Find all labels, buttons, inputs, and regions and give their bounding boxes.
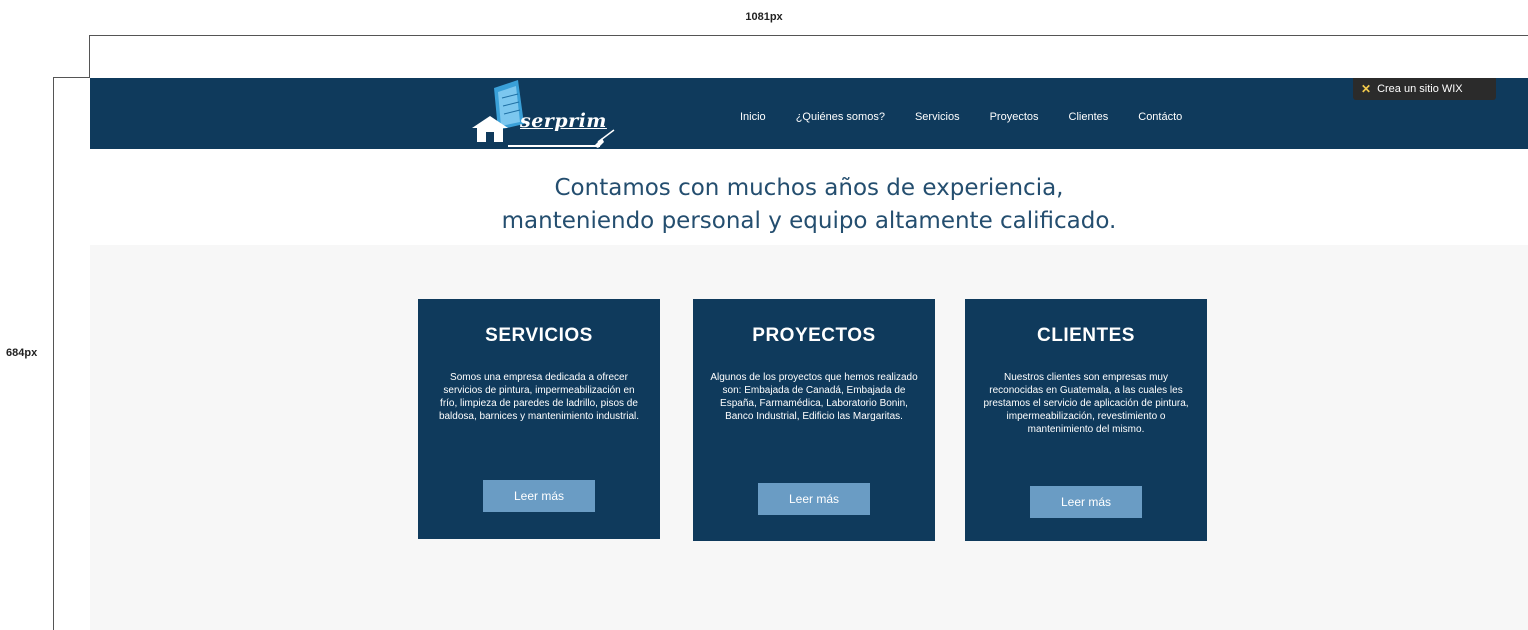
hero-banner: Contamos con muchos años de experiencia,… — [90, 149, 1528, 245]
card-body: Somos una empresa dedicada a ofrecer ser… — [438, 372, 640, 422]
card-title: CLIENTES — [1037, 325, 1135, 346]
width-guide-tick — [89, 35, 90, 77]
wix-badge-label: Crea un sitio WIX — [1377, 83, 1463, 95]
proyectos-read-more-button[interactable]: Leer más — [758, 483, 870, 515]
servicios-read-more-button[interactable]: Leer más — [483, 480, 595, 512]
card-body: Algunos de los proyectos que hemos reali… — [710, 372, 918, 422]
hero-line-1: Contamos con muchos años de experiencia, — [554, 175, 1064, 201]
card-title: PROYECTOS — [752, 325, 876, 346]
nav-inicio[interactable]: Inicio — [740, 111, 766, 123]
nav-contacto[interactable]: Contácto — [1138, 111, 1182, 123]
width-guide-line — [89, 35, 1528, 36]
clientes-read-more-button[interactable]: Leer más — [1030, 486, 1142, 518]
site-header: serprim Inicio ¿Quiénes somos? Servicios… — [90, 78, 1528, 149]
card-title: SERVICIOS — [485, 325, 593, 346]
nav-proyectos[interactable]: Proyectos — [990, 111, 1039, 123]
card-servicios: SERVICIOS Somos una empresa dedicada a o… — [418, 299, 660, 539]
logo-wordmark: serprim — [520, 110, 607, 132]
website-preview: serprim Inicio ¿Quiénes somos? Servicios… — [90, 78, 1528, 630]
card-body: Nuestros clientes son empresas muy recon… — [983, 372, 1189, 435]
main-nav: Inicio ¿Quiénes somos? Servicios Proyect… — [740, 111, 1212, 123]
height-annotation: 684px — [6, 347, 38, 359]
height-guide-tick — [53, 77, 90, 78]
width-annotation: 1081px — [745, 11, 783, 23]
wix-x-icon: ✕ — [1361, 82, 1372, 96]
card-proyectos: PROYECTOS Algunos de los proyectos que h… — [693, 299, 935, 541]
wix-badge[interactable]: ✕ Crea un sitio WIX — [1353, 78, 1496, 100]
nav-servicios[interactable]: Servicios — [915, 111, 960, 123]
nav-quienes-somos[interactable]: ¿Quiénes somos? — [796, 111, 885, 123]
height-guide-line — [53, 77, 54, 630]
nav-clientes[interactable]: Clientes — [1069, 111, 1109, 123]
hero-line-2: manteniendo personal y equipo altamente … — [501, 208, 1117, 234]
card-clientes: CLIENTES Nuestros clientes son empresas … — [965, 299, 1207, 541]
